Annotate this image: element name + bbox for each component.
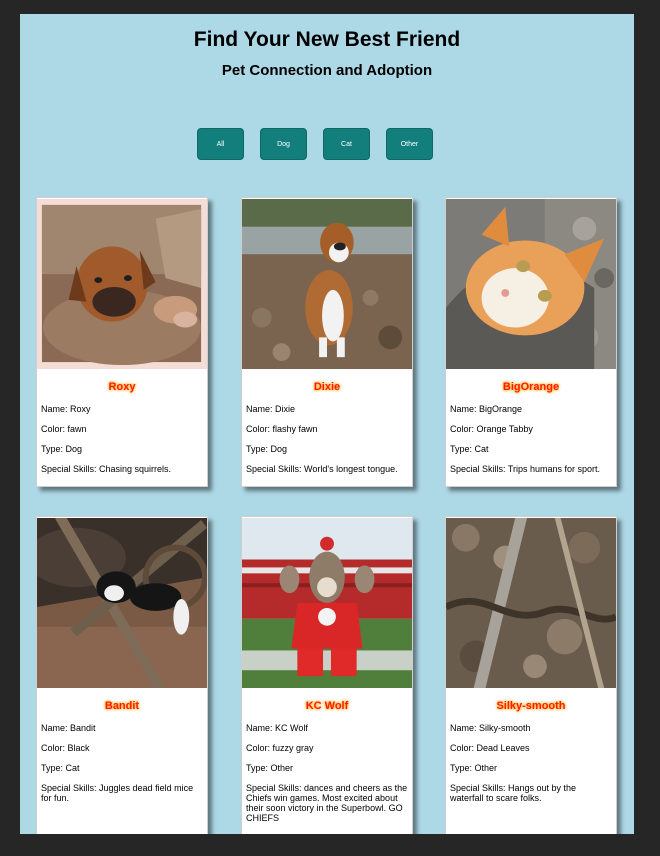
pet-type: Type: Cat: [41, 763, 80, 773]
pet-card-roxy[interactable]: Roxy Name: Roxy Color: fawn Type: Dog Sp…: [36, 197, 208, 487]
filter-bar: All Dog Cat Other: [20, 128, 622, 160]
pet-color: Color: Dead Leaves: [450, 743, 530, 753]
pet-name: Name: BigOrange: [450, 404, 523, 414]
pet-photo-silky-smooth: [446, 518, 616, 688]
filter-other-button[interactable]: Other: [386, 128, 433, 160]
pet-photo-bigorange: [446, 199, 616, 369]
pet-card-bandit[interactable]: Bandit Name: Bandit Color: Black Type: C…: [36, 516, 208, 834]
pet-type: Type: Other: [246, 763, 294, 773]
pet-photo-roxy: [37, 199, 207, 369]
pet-card-silky-smooth[interactable]: Silky-smooth Name: Silky-smooth Color: D…: [445, 516, 617, 834]
pet-title: Dixie: [313, 381, 341, 393]
page: Find Your New Best Friend Pet Connection…: [20, 14, 634, 834]
page-title: Find Your New Best Friend: [193, 28, 461, 51]
pet-card-kc-wolf[interactable]: KC Wolf Name: KC Wolf Color: fuzzy gray …: [241, 516, 413, 834]
pet-name: Name: KC Wolf: [246, 723, 308, 733]
pet-type: Type: Dog: [41, 444, 83, 454]
pet-color: Color: Orange Tabby: [450, 424, 533, 434]
pet-skills: Special Skills: Juggles dead field mice …: [41, 783, 194, 803]
filter-all-button[interactable]: All: [197, 128, 244, 160]
pet-card-dixie[interactable]: Dixie Name: Dixie Color: flashy fawn Typ…: [241, 197, 413, 487]
pet-card-bigorange[interactable]: BigOrange Name: BigOrange Color: Orange …: [445, 197, 617, 487]
pet-type: Type: Other: [450, 763, 498, 773]
header: Find Your New Best Friend Pet Connection…: [20, 14, 634, 80]
pet-color: Color: flashy fawn: [246, 424, 318, 434]
pet-color: Color: fuzzy gray: [246, 743, 314, 753]
pet-title: Roxy: [108, 381, 136, 393]
pet-skills: Special Skills: World's longest tongue.: [246, 464, 398, 474]
pet-color: Color: Black: [41, 743, 90, 753]
pet-type: Type: Dog: [246, 444, 288, 454]
pet-title: Silky-smooth: [496, 700, 566, 712]
pet-type: Type: Cat: [450, 444, 489, 454]
pet-name: Name: Bandit: [41, 723, 96, 733]
pet-title: KC Wolf: [305, 700, 349, 712]
filter-cat-button[interactable]: Cat: [323, 128, 370, 160]
pet-color: Color: fawn: [41, 424, 87, 434]
pet-photo-dixie: [242, 199, 412, 369]
pet-title: BigOrange: [502, 381, 560, 393]
pet-photo-kc-wolf: [242, 518, 412, 688]
pet-skills: Special Skills: Hangs out by the waterfa…: [450, 783, 577, 803]
pet-photo-bandit: [37, 518, 207, 688]
pet-skills: Special Skills: Trips humans for sport.: [450, 464, 601, 474]
pet-name: Name: Silky-smooth: [450, 723, 531, 733]
pet-name: Name: Dixie: [246, 404, 296, 414]
pet-skills: Special Skills: Chasing squirrels.: [41, 464, 172, 474]
pet-title: Bandit: [104, 700, 140, 712]
pet-skills: Special Skills: dances and cheers as the…: [246, 783, 408, 823]
page-subtitle: Pet Connection and Adoption: [221, 62, 433, 79]
pet-name: Name: Roxy: [41, 404, 91, 414]
filter-dog-button[interactable]: Dog: [260, 128, 307, 160]
